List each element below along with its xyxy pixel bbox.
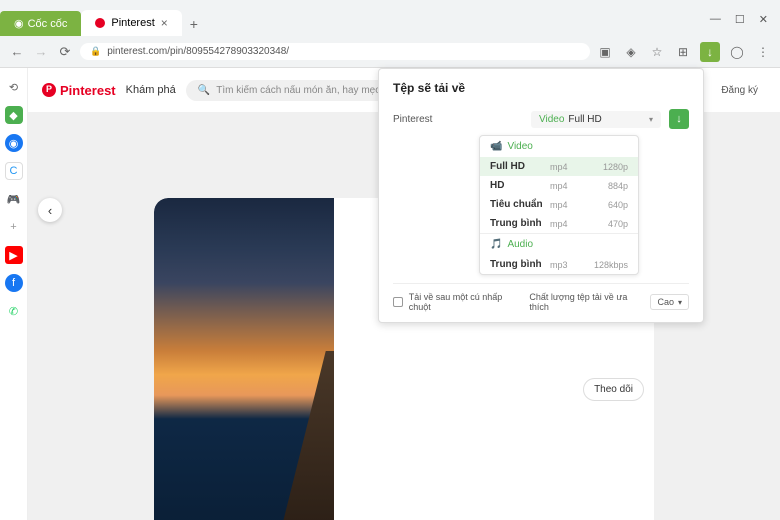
option-res: 884p bbox=[608, 181, 628, 191]
option-ext: mp4 bbox=[550, 200, 590, 210]
maximize-icon[interactable]: ☐ bbox=[735, 13, 745, 26]
follow-button[interactable]: Theo dõi bbox=[583, 378, 644, 401]
pinterest-favicon bbox=[95, 18, 105, 28]
pinterest-logo-text: Pinterest bbox=[60, 83, 116, 98]
cast-icon[interactable]: ◈ bbox=[622, 43, 640, 61]
option-ext: mp4 bbox=[550, 181, 590, 191]
whatsapp-icon[interactable]: ✆ bbox=[5, 302, 23, 320]
popup-source-label: Pinterest bbox=[393, 114, 523, 125]
pinterest-logo-icon bbox=[42, 83, 56, 97]
quality-select[interactable]: Video Full HD ▾ bbox=[531, 111, 661, 128]
option-name: Full HD bbox=[490, 161, 550, 172]
option-name: Trung bình bbox=[490, 218, 550, 229]
explore-link[interactable]: Khám phá bbox=[126, 84, 176, 96]
quality-prefix: Video bbox=[539, 114, 564, 125]
address-bar: ← → ⟳ 🔒 pinterest.com/pin/80955427890332… bbox=[0, 36, 780, 68]
preferred-quality-label: Chất lượng tệp tải về ưa thích bbox=[529, 292, 644, 312]
quality-option-standard[interactable]: Tiêu chuẩn mp4 640p bbox=[480, 195, 638, 214]
minimize-icon[interactable]: — bbox=[710, 13, 721, 26]
popup-footer: Tải về sau một cú nhấp chuột Chất lượng … bbox=[393, 283, 689, 312]
youtube-icon[interactable]: ▶ bbox=[5, 246, 23, 264]
option-res: 1280p bbox=[603, 162, 628, 172]
pin-image[interactable] bbox=[154, 198, 334, 520]
option-res: 470p bbox=[608, 219, 628, 229]
signup-button[interactable]: Đăng ký bbox=[713, 81, 766, 100]
history-icon[interactable]: ⟲ bbox=[5, 78, 23, 96]
pin-back-button[interactable]: ‹ bbox=[38, 198, 62, 222]
facebook-icon[interactable]: f bbox=[5, 274, 23, 292]
audio-section-header: 🎵 Audio bbox=[480, 233, 638, 255]
tab-pinterest-label: Pinterest bbox=[111, 17, 154, 29]
video-section-label: Video bbox=[507, 141, 532, 152]
chevron-down-icon: ▾ bbox=[678, 298, 682, 307]
forward-button[interactable]: → bbox=[32, 43, 50, 61]
game-icon[interactable]: 🎮 bbox=[5, 190, 23, 208]
option-res: 128kbps bbox=[594, 260, 628, 270]
app-icon-1[interactable]: ◆ bbox=[5, 106, 23, 124]
coccoc-icon: ◉ bbox=[14, 17, 24, 30]
add-icon[interactable]: + bbox=[5, 218, 23, 236]
video-icon: 📹 bbox=[490, 141, 502, 152]
option-res: 640p bbox=[608, 200, 628, 210]
messenger-icon[interactable]: ◉ bbox=[5, 134, 23, 152]
audio-option-medium[interactable]: Trung bình mp3 128kbps bbox=[480, 255, 638, 274]
quality-dropdown: 📹 Video Full HD mp4 1280p HD mp4 884p Ti… bbox=[479, 135, 639, 275]
option-name: HD bbox=[490, 180, 550, 191]
puzzle-icon[interactable]: ⊞ bbox=[674, 43, 692, 61]
chat-icon[interactable]: C bbox=[5, 162, 23, 180]
video-section-header: 📹 Video bbox=[480, 136, 638, 157]
preferred-quality-select[interactable]: Cao ▾ bbox=[650, 294, 689, 310]
audio-section-label: Audio bbox=[507, 239, 533, 250]
bookmark-icon[interactable]: ☆ bbox=[648, 43, 666, 61]
titlebar: ◉ Cốc cốc Pinterest × + — ☐ ✕ bbox=[0, 0, 780, 36]
quality-value: Full HD bbox=[568, 114, 601, 125]
menu-icon[interactable]: ⋮ bbox=[754, 43, 772, 61]
back-button[interactable]: ← bbox=[8, 43, 26, 61]
download-button[interactable]: ↓ bbox=[700, 42, 720, 62]
option-ext: mp3 bbox=[550, 260, 590, 270]
tab-pinterest[interactable]: Pinterest × bbox=[81, 10, 181, 36]
option-name: Trung bình bbox=[490, 259, 550, 270]
download-confirm-button[interactable]: ↓ bbox=[669, 109, 689, 129]
close-icon[interactable]: × bbox=[161, 16, 168, 30]
quality-option-hd[interactable]: HD mp4 884p bbox=[480, 176, 638, 195]
option-ext: mp4 bbox=[550, 162, 590, 172]
tab-coccoc[interactable]: ◉ Cốc cốc bbox=[0, 11, 81, 36]
option-ext: mp4 bbox=[550, 219, 590, 229]
lock-icon: 🔒 bbox=[90, 46, 101, 57]
tab-coccoc-label: Cốc cốc bbox=[28, 18, 68, 30]
url-input[interactable]: 🔒 pinterest.com/pin/809554278903320348/ bbox=[80, 43, 590, 60]
reload-button[interactable]: ⟳ bbox=[56, 43, 74, 61]
popup-title: Tệp sẽ tải về bbox=[393, 81, 689, 95]
translate-icon[interactable]: ▣ bbox=[596, 43, 614, 61]
chevron-down-icon: ▾ bbox=[649, 115, 653, 124]
new-tab-button[interactable]: + bbox=[182, 12, 206, 36]
one-click-checkbox[interactable] bbox=[393, 297, 403, 307]
quality-option-fullhd[interactable]: Full HD mp4 1280p bbox=[480, 157, 638, 176]
window-controls: — ☐ ✕ bbox=[710, 13, 780, 36]
pinterest-logo[interactable]: Pinterest bbox=[42, 83, 116, 98]
close-window-icon[interactable]: ✕ bbox=[759, 13, 768, 26]
browser-sidebar: ⟲ ◆ ◉ C 🎮 + ▶ f ✆ bbox=[0, 68, 28, 520]
option-name: Tiêu chuẩn bbox=[490, 199, 550, 210]
profile-icon[interactable]: ◯ bbox=[728, 43, 746, 61]
one-click-label: Tải về sau một cú nhấp chuột bbox=[409, 292, 524, 312]
url-text: pinterest.com/pin/809554278903320348/ bbox=[107, 46, 289, 57]
quality-option-medium[interactable]: Trung bình mp4 470p bbox=[480, 214, 638, 233]
download-popup: Tệp sẽ tải về Pinterest Video Full HD ▾ … bbox=[378, 68, 704, 323]
preferred-quality-value: Cao bbox=[657, 297, 674, 307]
audio-icon: 🎵 bbox=[490, 239, 502, 250]
